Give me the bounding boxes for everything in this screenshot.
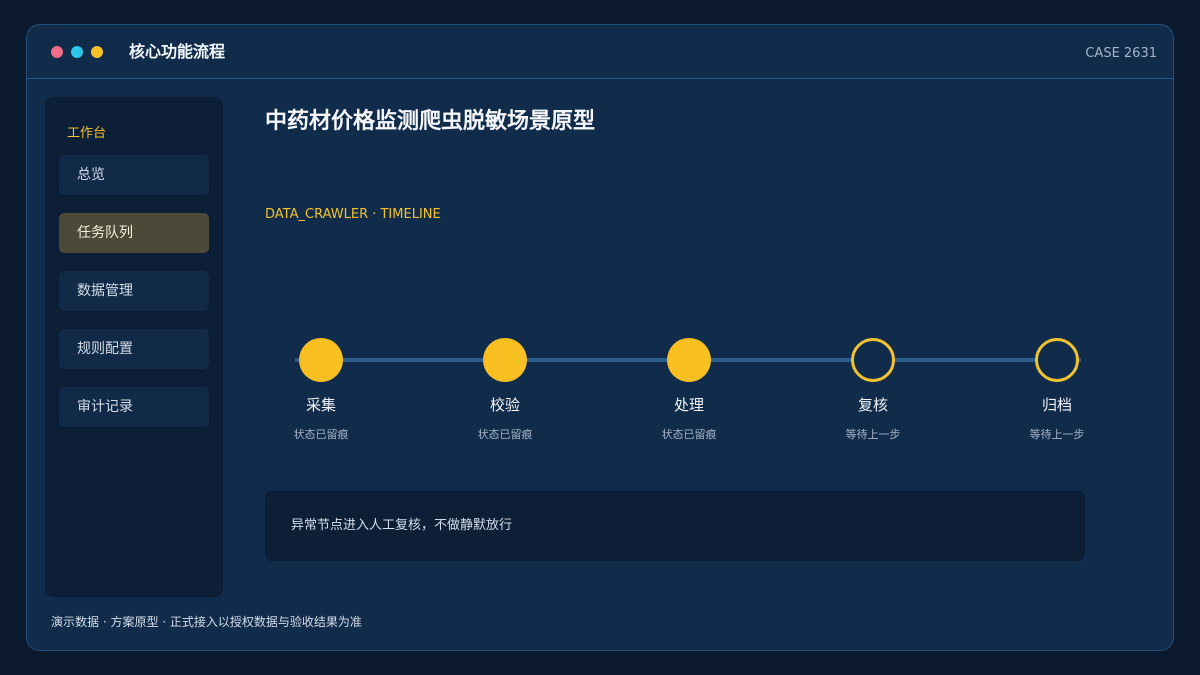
step-status: 状态已留痕: [661, 428, 717, 441]
step-status: 等待上一步: [1029, 428, 1085, 441]
window-title: 核心功能流程: [129, 42, 226, 61]
footer-note: 演示数据 · 方案原型 · 正式接入以授权数据与验收结果为准: [51, 615, 362, 629]
step-node-done-icon: [299, 338, 343, 382]
section-subtitle: DATA_CRAWLER · TIMELINE: [265, 207, 441, 222]
case-id: CASE 2631: [1085, 46, 1157, 61]
notice-panel: 异常节点进入人工复核，不做静默放行: [265, 491, 1085, 561]
step-node-pending-icon: [851, 338, 895, 382]
sidebar-item-rule-config[interactable]: 规则配置: [59, 329, 209, 369]
step-node-pending-icon: [1035, 338, 1079, 382]
step-label: 处理: [673, 396, 704, 414]
app-window: 核心功能流程 CASE 2631 工作台 总览 任务队列 数据管理 规则配置 审…: [26, 24, 1174, 651]
sidebar-item-task-queue[interactable]: 任务队列: [59, 213, 209, 253]
step-status: 等待上一步: [845, 428, 901, 441]
close-dot-icon[interactable]: [51, 46, 63, 58]
step-node-done-icon: [483, 338, 527, 382]
title-bar: 核心功能流程 CASE 2631: [27, 25, 1173, 79]
page-title: 中药材价格监测爬虫脱敏场景原型: [265, 109, 596, 134]
sidebar-heading: 工作台: [67, 126, 107, 141]
step-label: 复核: [857, 396, 888, 414]
step-label: 采集: [305, 396, 336, 414]
sidebar: 工作台 总览 任务队列 数据管理 规则配置 审计记录: [45, 97, 223, 597]
minimize-dot-icon[interactable]: [71, 46, 83, 58]
sidebar-item-overview[interactable]: 总览: [59, 155, 209, 195]
step-status: 状态已留痕: [477, 428, 533, 441]
step-node-done-icon: [667, 338, 711, 382]
step-label: 校验: [489, 396, 520, 414]
step-label: 归档: [1041, 396, 1072, 414]
step-status: 状态已留痕: [293, 428, 349, 441]
maximize-dot-icon[interactable]: [91, 46, 103, 58]
sidebar-item-audit-log[interactable]: 审计记录: [59, 387, 209, 427]
sidebar-item-data-management[interactable]: 数据管理: [59, 271, 209, 311]
